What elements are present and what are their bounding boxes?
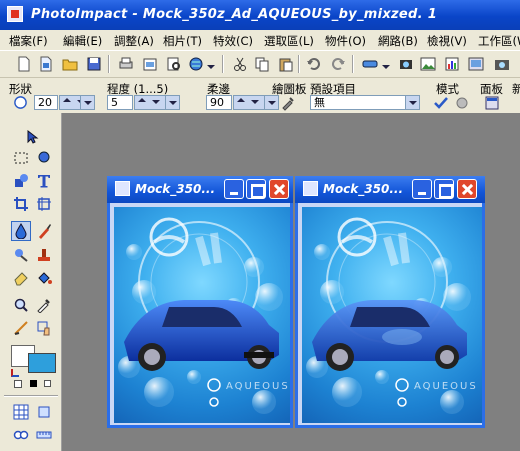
soft-edge-input[interactable]: 90 [206, 95, 232, 110]
close-button[interactable] [457, 179, 477, 199]
soft-edge-spinner[interactable] [233, 95, 265, 110]
attribute-toolbar: 形狀 20 程度 (1...5) 5 柔邊 90 繪圖板 預設項目 無 模式 面… [0, 77, 520, 113]
menu-web[interactable]: 網路(B) [378, 33, 418, 49]
menu-adjust[interactable]: 調整(A) [114, 33, 154, 49]
document-titlebar-1[interactable]: Mock_350... [107, 176, 293, 203]
chart-icon[interactable] [444, 56, 460, 72]
path-icon[interactable] [11, 171, 31, 191]
photoimpact-icon[interactable] [7, 6, 23, 22]
artwork-logo-text: AQUEOUS [226, 381, 290, 392]
soft-edge-dropdown[interactable] [264, 95, 279, 110]
menu-photo[interactable]: 相片(T) [163, 33, 202, 49]
paste-icon[interactable] [278, 56, 294, 72]
zoom-icon[interactable] [11, 295, 31, 315]
eyedropper-icon[interactable] [34, 295, 54, 315]
menu-selection[interactable]: 選取區(L) [264, 33, 314, 49]
menu-edit[interactable]: 編輯(E) [63, 33, 102, 49]
eraser-icon[interactable] [11, 268, 31, 288]
maximize-button[interactable] [434, 179, 454, 199]
document-window-2[interactable]: Mock_350... AQUEOUS [295, 176, 485, 428]
undo-icon[interactable] [306, 56, 322, 72]
display-dropdown-icon[interactable] [379, 60, 390, 69]
display-icon[interactable] [362, 56, 378, 72]
level-input[interactable]: 5 [107, 95, 133, 110]
tool-panel [0, 113, 62, 451]
menu-bar: 檔案(F) 編輯(E) 調整(A) 相片(T) 特效(C) 選取區(L) 物件(… [0, 30, 520, 50]
scan-icon[interactable] [142, 56, 158, 72]
extra-label: 新 [512, 82, 520, 96]
level-spinner[interactable] [134, 95, 166, 110]
document-icon[interactable] [115, 181, 130, 196]
clone-icon[interactable] [11, 245, 31, 265]
standard-toolbar [0, 50, 520, 77]
cut-icon[interactable] [232, 56, 248, 72]
redo-icon[interactable] [330, 56, 346, 72]
text-icon[interactable] [34, 171, 54, 191]
line-icon[interactable] [11, 318, 31, 338]
menu-file[interactable]: 檔案(F) [9, 33, 48, 49]
background-color-swatch[interactable] [28, 353, 56, 373]
panel-icon[interactable] [484, 95, 500, 111]
document-icon[interactable] [303, 181, 318, 196]
print-icon[interactable] [118, 56, 134, 72]
document-title-1: Mock_350... [135, 182, 216, 196]
copy-icon[interactable] [254, 56, 270, 72]
minimize-button[interactable] [412, 179, 432, 199]
document-window-1[interactable]: Mock_350... AQUEOUS [107, 176, 293, 428]
web-icon[interactable] [188, 56, 204, 72]
app-titlebar: PhotoImpact - Mock_350z_Ad_AQUEOUS_by_mi… [0, 0, 520, 30]
folder-icon[interactable] [62, 56, 78, 72]
minimize-button[interactable] [224, 179, 244, 199]
swap-colors-icon[interactable] [11, 369, 19, 377]
lasso-icon[interactable] [34, 148, 54, 168]
perspective-icon[interactable] [34, 194, 54, 214]
circle-shape-icon[interactable] [13, 95, 28, 110]
preview-icon[interactable] [166, 56, 182, 72]
explorer-icon[interactable] [468, 56, 484, 72]
menu-workspace[interactable]: 工作區(W [478, 33, 520, 49]
new-icon[interactable] [16, 56, 32, 72]
shape-size-input[interactable]: 20 [34, 95, 58, 110]
hand-icon[interactable] [34, 318, 54, 338]
web-dropdown-icon[interactable] [204, 60, 215, 69]
artwork-logo-text: AQUEOUS [414, 381, 478, 392]
frame-icon[interactable] [34, 402, 54, 422]
menu-view[interactable]: 檢視(V) [427, 33, 467, 49]
stamp-icon[interactable] [34, 245, 54, 265]
artwork-image[interactable]: AQUEOUS [114, 207, 290, 423]
brush-settings-icon[interactable] [280, 95, 296, 111]
crop-icon[interactable] [11, 194, 31, 214]
selection-icon[interactable] [11, 148, 31, 168]
gallery-icon[interactable] [420, 56, 436, 72]
paint-icon[interactable] [34, 221, 54, 241]
menu-object[interactable]: 物件(O) [325, 33, 366, 49]
white-swatch-icon[interactable] [44, 380, 51, 387]
default-colors-icon[interactable] [14, 380, 22, 388]
document-title-2: Mock_350... [323, 182, 404, 196]
pick-tool-icon[interactable] [22, 127, 42, 147]
level-dropdown[interactable] [165, 95, 180, 110]
document-titlebar-2[interactable]: Mock_350... [295, 176, 485, 203]
smudge-icon[interactable] [11, 221, 31, 241]
camera-icon[interactable] [494, 56, 510, 72]
maximize-button[interactable] [246, 179, 266, 199]
save-icon[interactable] [86, 56, 102, 72]
preset-select[interactable]: 無 [310, 95, 406, 110]
preset-dropdown-icon[interactable] [405, 95, 420, 110]
menu-effect[interactable]: 特效(C) [213, 33, 253, 49]
fill-icon[interactable] [34, 268, 54, 288]
mode-toggle-icon[interactable] [454, 95, 470, 111]
app-title: PhotoImpact - Mock_350z_Ad_AQUEOUS_by_mi… [31, 7, 438, 22]
checkmark-icon[interactable] [433, 95, 449, 111]
black-swatch-icon[interactable] [30, 380, 37, 387]
ruler-icon[interactable] [34, 425, 54, 445]
grid-icon[interactable] [11, 402, 31, 422]
view-icon[interactable] [11, 425, 31, 445]
shape-size-dropdown[interactable] [80, 95, 95, 110]
capture-icon[interactable] [398, 56, 414, 72]
artwork-image[interactable]: AQUEOUS [302, 207, 482, 423]
close-button[interactable] [269, 179, 289, 199]
open-icon[interactable] [38, 56, 54, 72]
